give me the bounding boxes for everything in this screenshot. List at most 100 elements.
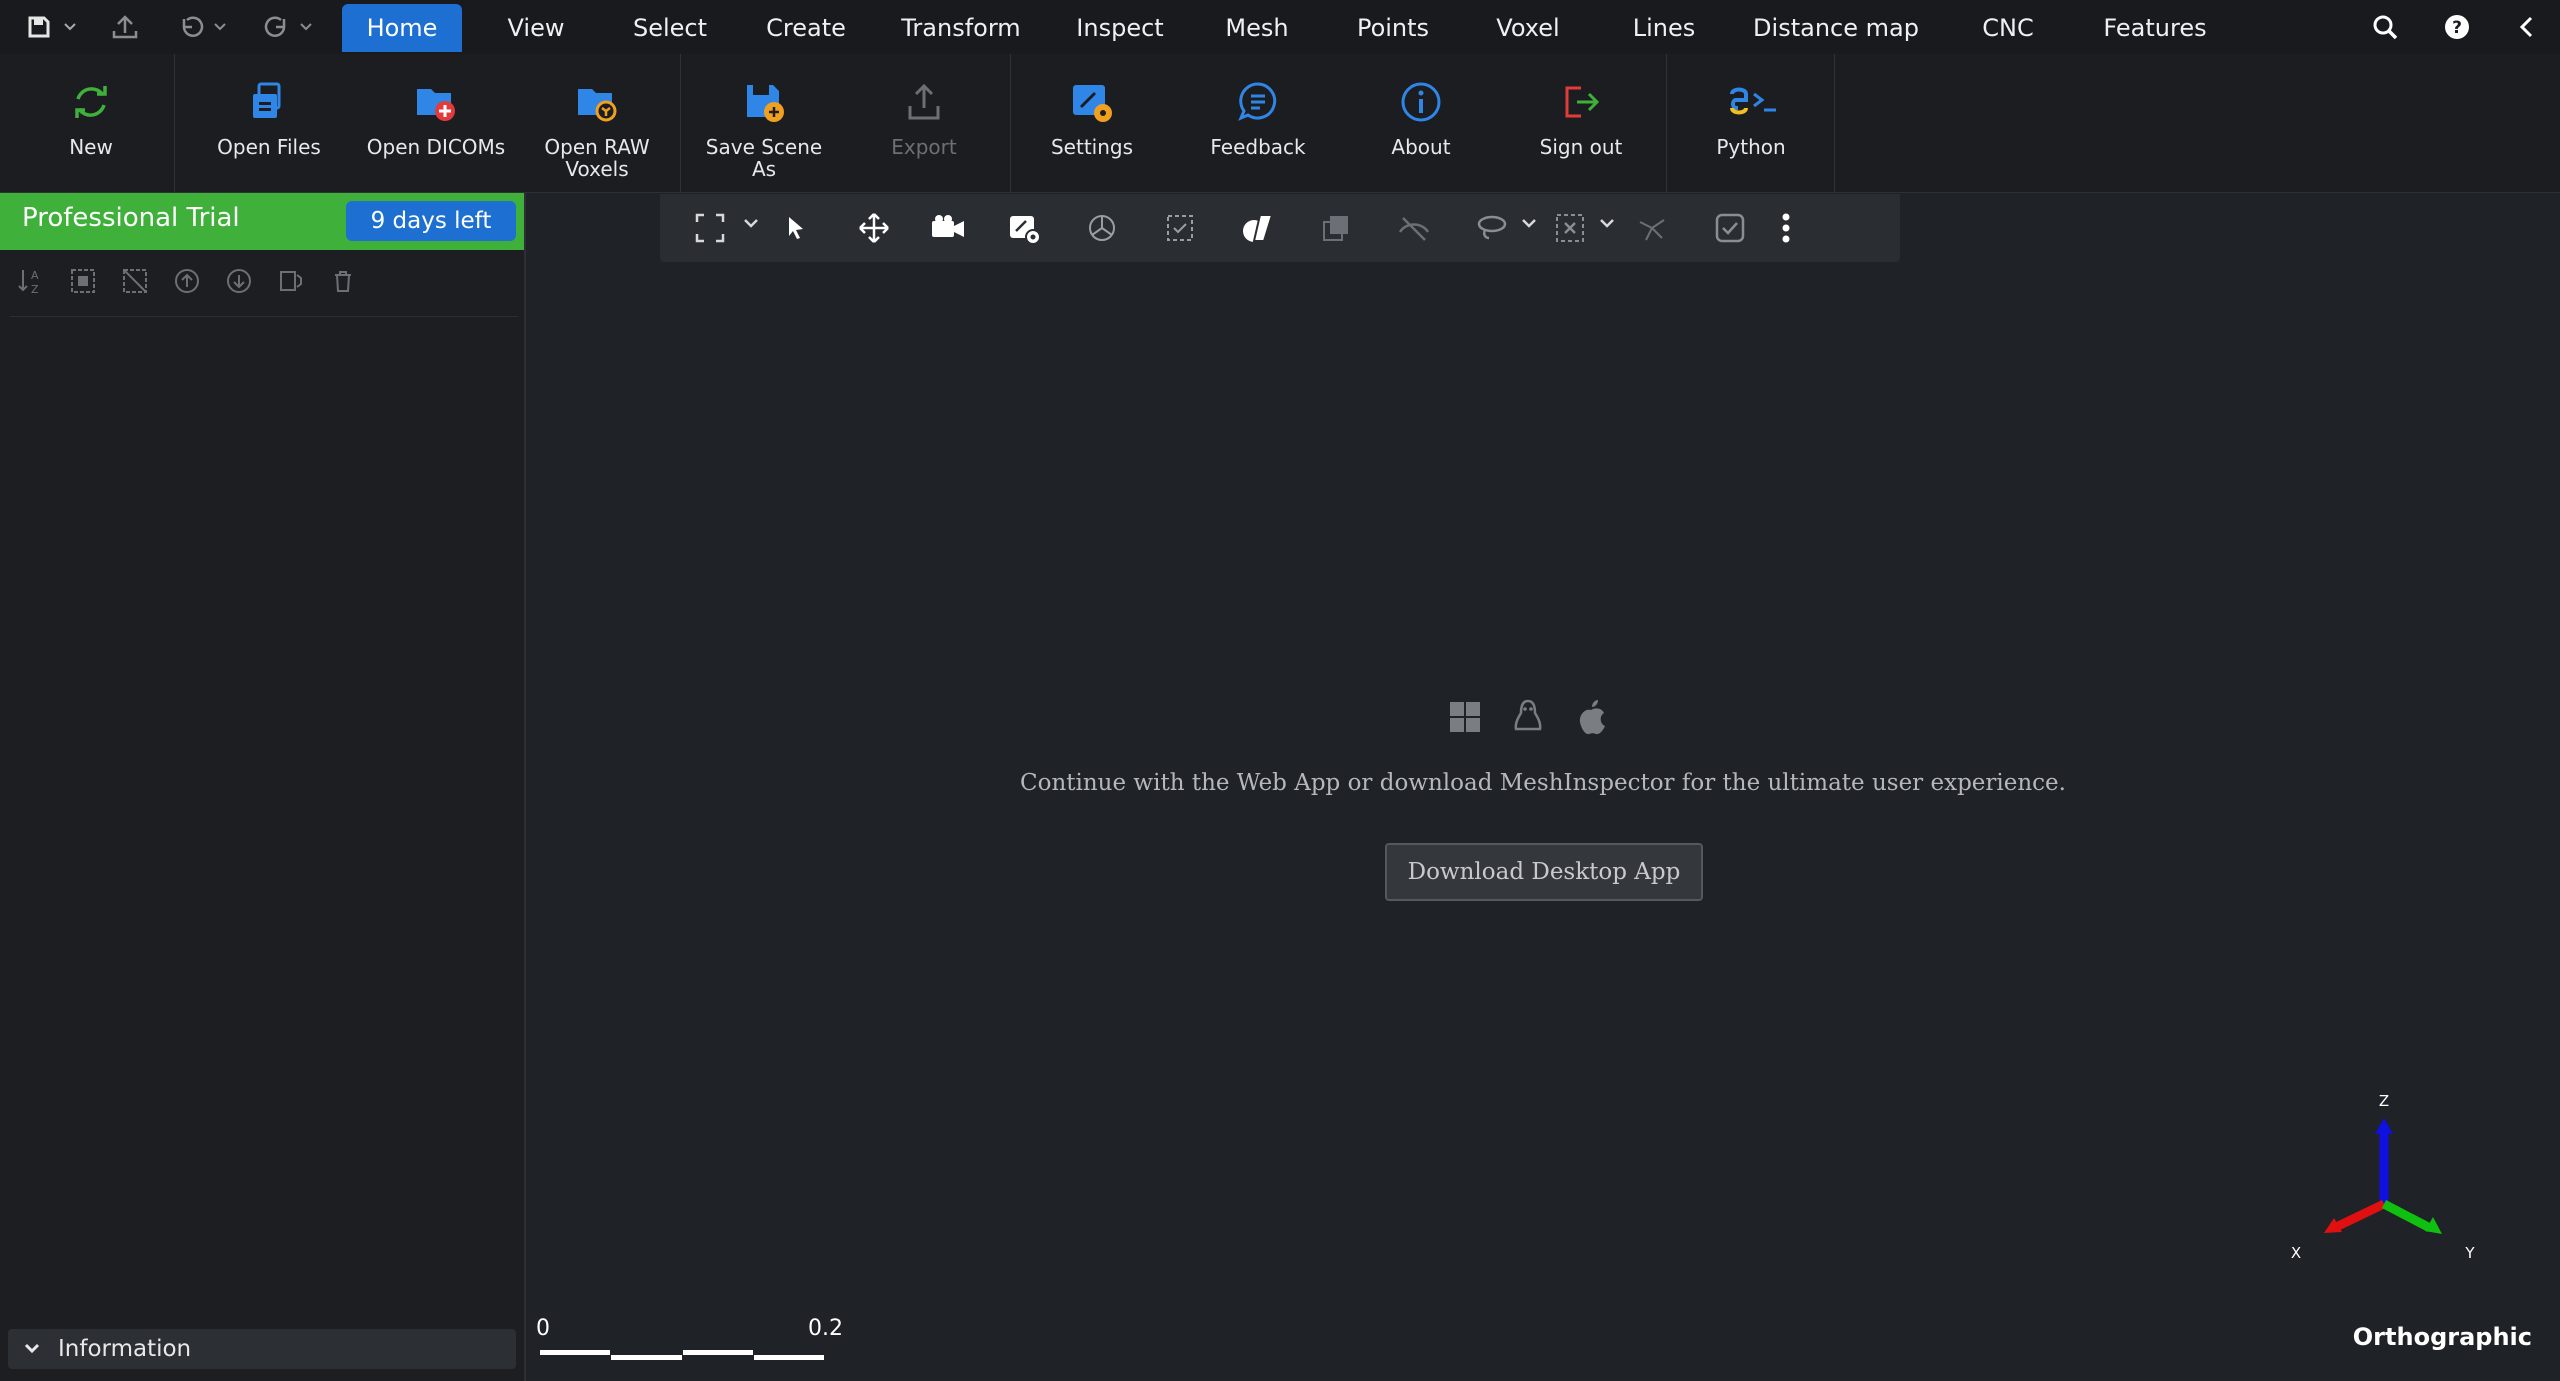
menu-bar: Home View Select Create Transform Inspec… — [0, 0, 2560, 55]
tab-home[interactable]: Home — [342, 4, 462, 52]
redo-icon[interactable] — [262, 8, 314, 46]
bounding-box-icon[interactable] — [1160, 208, 1200, 248]
ribbon-divider — [680, 54, 681, 192]
help-icon[interactable]: ? — [2440, 10, 2474, 44]
tab-mesh[interactable]: Mesh — [1214, 4, 1300, 52]
export-icon — [902, 72, 946, 132]
save-scene-as-button[interactable]: Save Scene As — [696, 72, 832, 187]
export-button[interactable]: Export — [876, 72, 972, 187]
scene-settings-icon[interactable] — [1004, 208, 1044, 248]
tab-select[interactable]: Select — [624, 4, 716, 52]
scale-max-label: 0.2 — [808, 1316, 843, 1341]
view-cube-icon[interactable] — [1082, 208, 1122, 248]
camera-icon[interactable] — [928, 208, 968, 248]
open-files-button[interactable]: Open Files — [210, 72, 328, 187]
svg-text:Z: Z — [31, 283, 39, 295]
axis-x-label: X — [2291, 1244, 2301, 1262]
checkbox-icon[interactable] — [1710, 208, 1750, 248]
tab-inspect[interactable]: Inspect — [1068, 4, 1172, 52]
axes-gizmo: Z X Y — [2291, 1092, 2476, 1262]
information-label: Information — [58, 1336, 192, 1362]
sign-out-button[interactable]: Sign out — [1530, 72, 1632, 187]
lasso-dropdown-icon[interactable] — [1520, 216, 1538, 235]
undo-icon[interactable] — [176, 8, 228, 46]
move-icon[interactable] — [854, 208, 894, 248]
sort-icon[interactable]: AZ — [14, 264, 48, 298]
settings-label: Settings — [1050, 135, 1134, 159]
delete-icon[interactable] — [326, 264, 360, 298]
select-all-icon[interactable] — [66, 264, 100, 298]
fit-view-icon[interactable] — [690, 208, 730, 248]
visibility-toggle-icon[interactable] — [274, 264, 308, 298]
os-logos — [1448, 698, 1608, 736]
sign-out-label: Sign out — [1539, 135, 1623, 159]
collapse-icon[interactable] — [2510, 10, 2544, 44]
settings-icon — [1069, 72, 1115, 132]
select-cursor-icon[interactable] — [776, 208, 816, 248]
linux-icon — [1514, 699, 1542, 731]
trial-label: Professional Trial — [22, 203, 240, 233]
about-button[interactable]: About — [1370, 72, 1472, 187]
promo-message: Continue with the Web App or download Me… — [1020, 770, 2066, 796]
ribbon-divider — [1666, 54, 1667, 192]
download-desktop-app-button[interactable]: Download Desktop App — [1385, 843, 1703, 901]
scene-divider — [10, 316, 518, 317]
sign-out-icon — [1559, 72, 1603, 132]
box-select-dropdown-icon[interactable] — [1598, 216, 1616, 235]
paint-select-icon[interactable] — [1632, 208, 1672, 248]
export-label: Export — [891, 135, 957, 159]
tab-create[interactable]: Create — [760, 4, 852, 52]
viewport-toolbar — [660, 194, 1900, 262]
open-files-icon — [247, 72, 291, 132]
python-icon — [1724, 72, 1778, 132]
clipping-icon[interactable] — [1238, 208, 1278, 248]
tab-voxel[interactable]: Voxel — [1488, 4, 1568, 52]
python-button[interactable]: Python — [1700, 72, 1802, 187]
feedback-label: Feedback — [1210, 135, 1306, 159]
open-raw-voxels-button[interactable]: Open RAW Voxels — [540, 72, 654, 187]
open-raw-voxels-label: Open RAW Voxels — [544, 135, 650, 181]
move-down-icon[interactable] — [222, 264, 256, 298]
feedback-button[interactable]: Feedback — [1206, 72, 1310, 187]
tab-distance-map[interactable]: Distance map — [1752, 4, 1920, 52]
fit-view-dropdown-icon[interactable] — [742, 216, 760, 235]
apple-icon — [1579, 700, 1605, 735]
open-dicoms-button[interactable]: Open DICOMs — [366, 72, 506, 187]
tab-view[interactable]: View — [496, 4, 576, 52]
save-scene-as-label: Save Scene As — [705, 135, 823, 181]
tab-lines[interactable]: Lines — [1624, 4, 1704, 52]
ribbon-divider — [174, 54, 175, 192]
information-section-header[interactable]: Information — [8, 1329, 516, 1369]
axis-z-label: Z — [2379, 1092, 2389, 1110]
tab-features[interactable]: Features — [2098, 4, 2212, 52]
trial-days-badge[interactable]: 9 days left — [346, 201, 516, 241]
info-icon — [1399, 72, 1443, 132]
feedback-icon — [1236, 72, 1280, 132]
ribbon-divider — [1010, 54, 1011, 192]
tab-cnc[interactable]: CNC — [1962, 4, 2054, 52]
hide-icon[interactable] — [1394, 208, 1434, 248]
search-icon[interactable] — [2368, 10, 2402, 44]
new-button[interactable]: New — [40, 72, 142, 187]
duplicate-icon[interactable] — [1316, 208, 1356, 248]
projection-mode-label[interactable]: Orthographic — [2353, 1323, 2532, 1351]
about-label: About — [1391, 135, 1451, 159]
windows-icon — [1450, 702, 1480, 732]
tab-points[interactable]: Points — [1346, 4, 1440, 52]
ribbon-divider — [1834, 54, 1835, 192]
svg-text:A: A — [31, 269, 39, 282]
deselect-icon[interactable] — [118, 264, 152, 298]
box-deselect-icon[interactable] — [1550, 208, 1590, 248]
settings-button[interactable]: Settings — [1040, 72, 1144, 187]
upload-icon[interactable] — [110, 8, 140, 46]
app-menu-icon[interactable] — [26, 8, 78, 46]
scene-panel: Professional Trial 9 days left AZ Inform… — [0, 193, 526, 1381]
axis-y-label: Y — [2464, 1244, 2475, 1262]
move-up-icon[interactable] — [170, 264, 204, 298]
trial-banner: Professional Trial 9 days left — [0, 193, 524, 250]
tab-transform[interactable]: Transform — [896, 4, 1026, 52]
more-options-icon[interactable] — [1766, 208, 1806, 248]
python-label: Python — [1716, 135, 1786, 159]
scale-min-label: 0 — [536, 1316, 550, 1341]
lasso-select-icon[interactable] — [1472, 208, 1512, 248]
